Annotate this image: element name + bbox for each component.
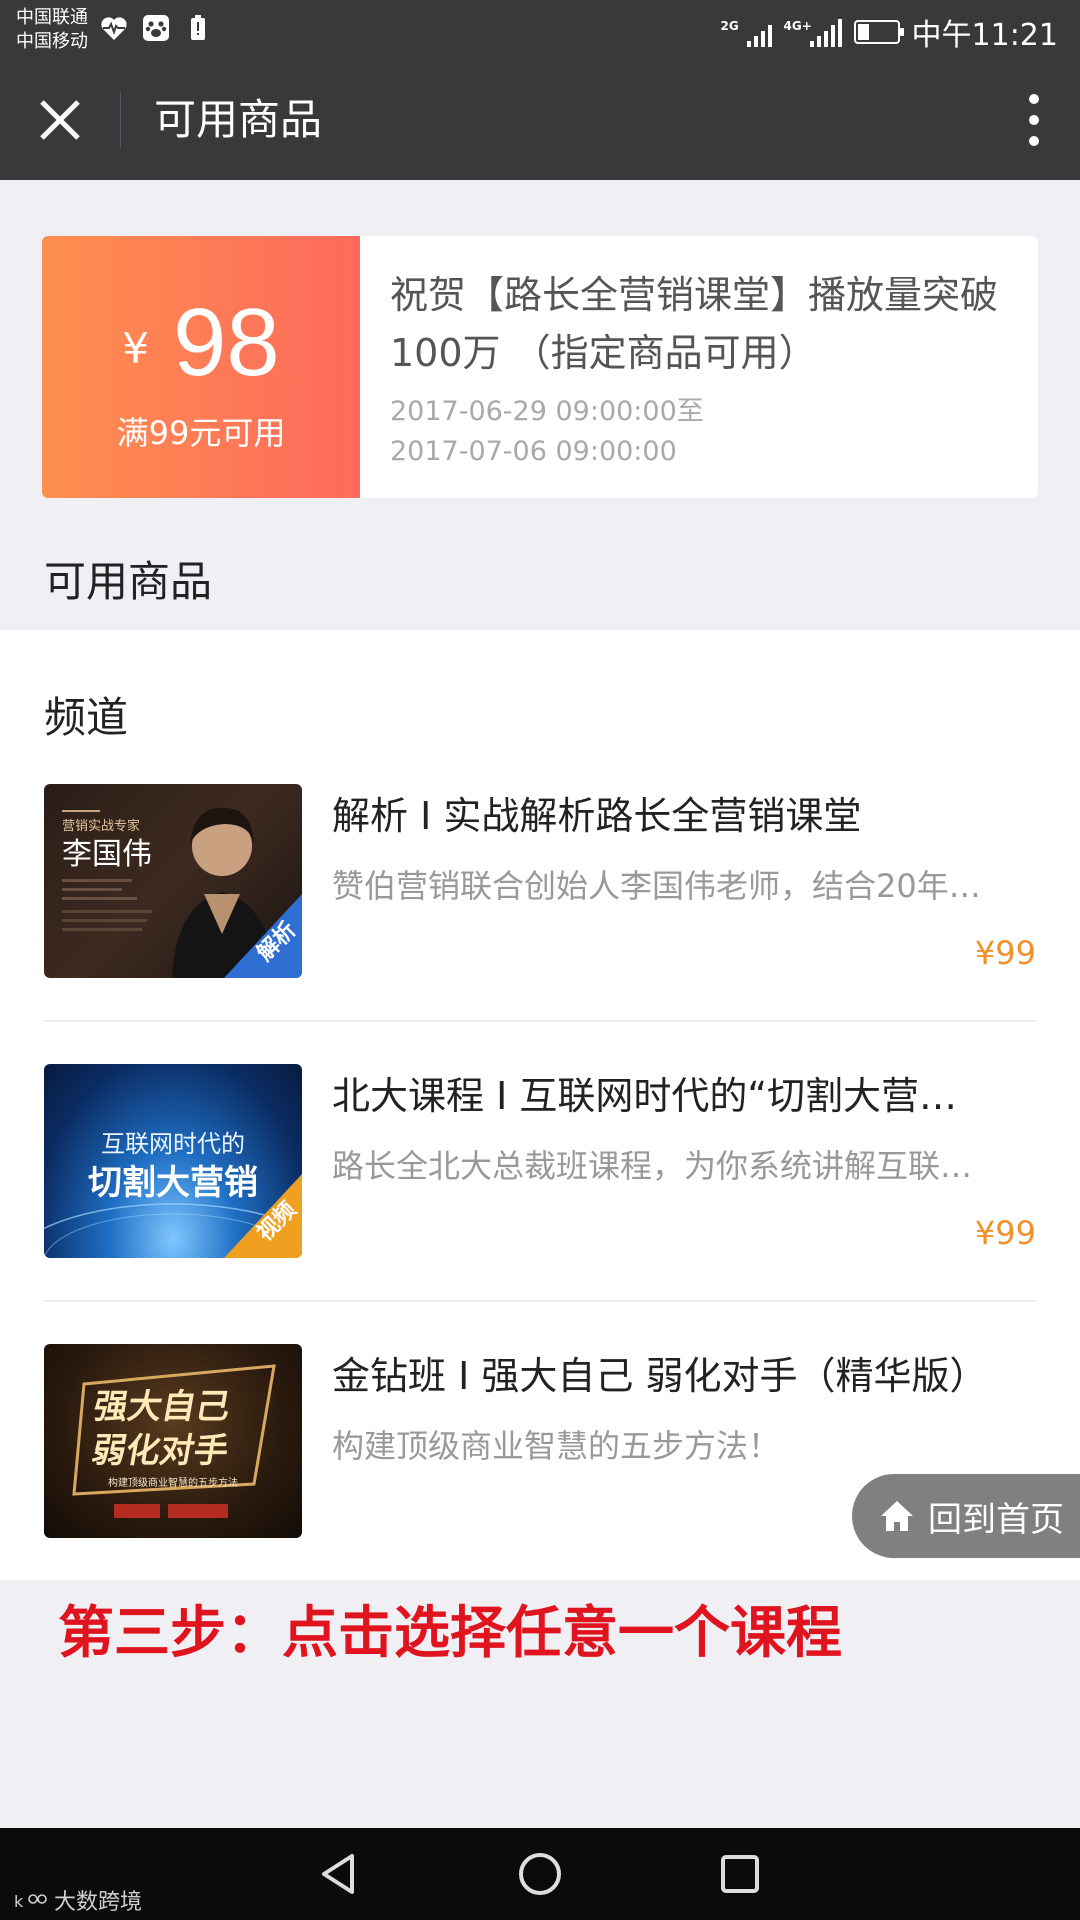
home-nav-button[interactable] (512, 1846, 568, 1902)
coupon-value-panel: ¥98 满99元可用 (42, 236, 360, 498)
product-list-panel: 频道 营销实战专家 李国伟 解析 解析 I 实战解析路长全营销课堂 赞伯营销联合… (0, 630, 1080, 1580)
back-icon (322, 1854, 354, 1894)
heart-rate-icon (100, 14, 128, 42)
course-description: 赞伯营销联合创始人李国伟老师，结合20年… (332, 867, 981, 905)
list-item[interactable]: 互联网时代的 切割大营销 视频 北大课程 I 互联网时代的“切割大营… 路长全北… (44, 1064, 1036, 1260)
coupon-valid-from: 2017-06-29 09:00:00至 (390, 396, 704, 427)
signal-2-label: 4G+ (783, 19, 812, 33)
currency-symbol: ¥ (122, 324, 149, 373)
step-instruction: 第三步：点击选择任意一个课程 (58, 1601, 842, 1666)
course-thumbnail: 互联网时代的 切割大营销 视频 (44, 1064, 302, 1258)
list-item[interactable]: 营销实战专家 李国伟 解析 解析 I 实战解析路长全营销课堂 赞伯营销联合创始人… (44, 784, 1036, 980)
thumb-kicker: 营销实战专家 (62, 818, 140, 834)
section-heading: 可用商品 (44, 557, 213, 606)
carrier-names: 中国联通 中国移动 (16, 6, 88, 54)
carrier-2: 中国移动 (16, 31, 88, 52)
course-thumbnail: 营销实战专家 李国伟 解析 (44, 784, 302, 978)
battery-alert-icon (184, 14, 212, 42)
home-icon (881, 1501, 913, 1531)
thumb-line-1: 强大自己 (90, 1387, 233, 1427)
home-circle-icon (519, 1853, 561, 1895)
notification-icons (100, 14, 212, 42)
thumb-line-2: 弱化对手 (89, 1431, 232, 1471)
coupon-validity: 2017-06-29 09:00:00至 2017-07-06 09:00:00 (390, 392, 1010, 472)
clock: 中午11:21 (911, 18, 1058, 53)
divider (44, 1020, 1036, 1022)
channel-heading: 频道 (44, 693, 129, 742)
thumb-name: 李国伟 (62, 837, 152, 872)
coupon-amount: ¥98 (42, 288, 360, 398)
course-price: ¥99 (974, 934, 1036, 972)
signal-1-label: 2G (720, 19, 739, 33)
close-button[interactable] (30, 90, 90, 150)
status-right: 2G 4G+ 中午11:21 (721, 10, 1058, 54)
back-button[interactable] (312, 1846, 368, 1902)
back-to-home-label: 回到首页 (928, 1499, 1064, 1540)
thumb-line-1: 互联网时代的 (101, 1130, 245, 1158)
watermark-text: 大数跨境 (54, 1890, 143, 1915)
coupon-card[interactable]: ¥98 满99元可用 祝贺【路长全营销课堂】播放量突破100万 （指定商品可用）… (42, 236, 1038, 498)
status-bar: 中国联通 中国移动 2G 4G+ 中午11:21 (0, 0, 1080, 60)
recents-icon (721, 1855, 759, 1893)
baidu-paw-icon (142, 14, 170, 42)
course-title: 解析 I 实战解析路长全营销课堂 (332, 794, 862, 838)
signal-2-icon: 4G+ (784, 17, 842, 47)
page-title: 可用商品 (154, 95, 323, 144)
coupon-valid-to: 2017-07-06 09:00:00 (390, 436, 677, 467)
coupon-amount-value: 98 (172, 289, 280, 396)
course-description: 路长全北大总裁班课程，为你系统讲解互联… (332, 1147, 973, 1185)
thumb-subtitle: 构建顶级商业智慧的五步方法 (108, 1476, 238, 1489)
coupon-title: 祝贺【路长全营销课堂】播放量突破100万 （指定商品可用） (390, 273, 999, 375)
nav-bar: 可用商品 (0, 60, 1080, 180)
thumb-line-2: 切割大营销 (88, 1163, 258, 1203)
course-title: 金钻班 I 强大自己 弱化对手（精华版） (332, 1354, 988, 1398)
more-vertical-icon (1029, 94, 1039, 104)
close-icon (40, 100, 80, 140)
back-to-home-button[interactable]: 回到首页 (852, 1474, 1080, 1558)
more-button[interactable] (1014, 86, 1054, 154)
divider (44, 1300, 1036, 1302)
svg-text:k: k (14, 1892, 24, 1911)
coupon-condition: 满99元可用 (116, 414, 286, 452)
course-description: 构建顶级商业智慧的五步方法！ (332, 1427, 781, 1465)
course-price: ¥99 (974, 1214, 1036, 1252)
battery-icon (853, 20, 904, 44)
course-thumbnail: 强大自己 弱化对手 构建顶级商业智慧的五步方法 (44, 1344, 302, 1538)
watermark-logo-icon: k (14, 1892, 47, 1911)
carrier-1: 中国联通 (16, 7, 88, 28)
signal-1-icon: 2G (721, 17, 772, 47)
course-title: 北大课程 I 互联网时代的“切割大营… (332, 1074, 958, 1118)
watermark: k 大数跨境 (14, 1884, 142, 1916)
recents-button[interactable] (712, 1846, 768, 1902)
system-nav-bar (0, 1828, 1080, 1920)
nav-divider (120, 92, 121, 148)
